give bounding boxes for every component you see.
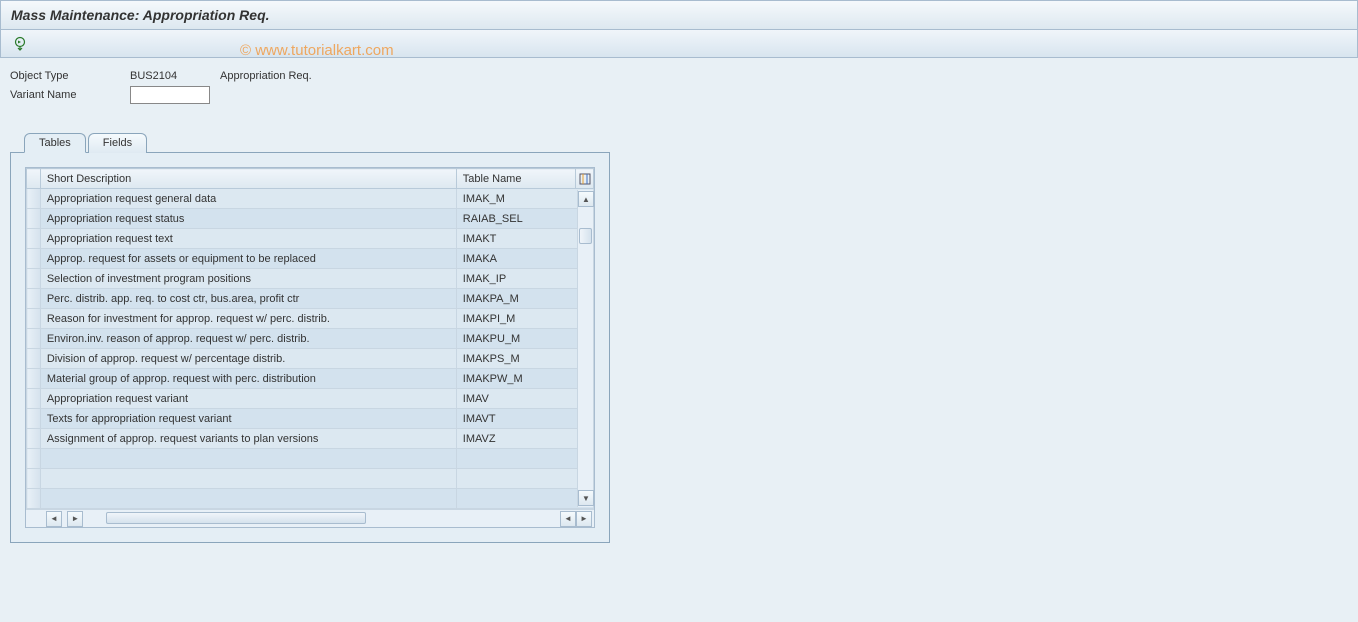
- object-type-label: Object Type: [10, 70, 130, 82]
- row-selector[interactable]: [27, 349, 41, 369]
- row-selector[interactable]: [27, 309, 41, 329]
- cell-short-desc[interactable]: Perc. distrib. app. req. to cost ctr, bu…: [40, 289, 456, 309]
- vertical-scrollbar[interactable]: ▲ ▼: [577, 190, 593, 507]
- cell-table-name[interactable]: IMAK_M: [456, 189, 593, 209]
- row-selector[interactable]: [27, 409, 41, 429]
- execute-icon[interactable]: [11, 35, 29, 53]
- cell-empty: [456, 449, 593, 469]
- object-type-value: BUS2104: [130, 70, 210, 82]
- variant-name-input[interactable]: [130, 86, 210, 104]
- row-selector[interactable]: [27, 429, 41, 449]
- cell-table-name[interactable]: IMAKPU_M: [456, 329, 593, 349]
- row-selector[interactable]: [27, 489, 41, 509]
- row-selector[interactable]: [27, 189, 41, 209]
- table-row-empty: [27, 469, 594, 489]
- variant-name-row: Variant Name: [10, 86, 1348, 104]
- row-selector[interactable]: [27, 469, 41, 489]
- table-row[interactable]: Appropriation request general dataIMAK_M: [27, 189, 594, 209]
- table-row[interactable]: Appropriation request statusRAIAB_SEL: [27, 209, 594, 229]
- table-wrapper: Short Description Table Name: [25, 167, 595, 528]
- cell-table-name[interactable]: IMAKT: [456, 229, 593, 249]
- app-toolbar: [0, 30, 1358, 58]
- row-selector[interactable]: [27, 269, 41, 289]
- scroll-up-icon[interactable]: ▲: [578, 191, 594, 207]
- cell-table-name[interactable]: IMAKPW_M: [456, 369, 593, 389]
- table-row[interactable]: Material group of approp. request with p…: [27, 369, 594, 389]
- object-type-row: Object Type BUS2104 Appropriation Req.: [10, 70, 1348, 82]
- table-row[interactable]: Assignment of approp. request variants t…: [27, 429, 594, 449]
- table-row-empty: [27, 449, 594, 469]
- table-row[interactable]: Reason for investment for approp. reques…: [27, 309, 594, 329]
- tab-panel-tables: Short Description Table Name: [10, 152, 610, 543]
- tab-tables[interactable]: Tables: [24, 133, 86, 153]
- tab-fields[interactable]: Fields: [88, 133, 147, 153]
- row-selector[interactable]: [27, 329, 41, 349]
- table-row[interactable]: Selection of investment program position…: [27, 269, 594, 289]
- cell-table-name[interactable]: IMAVZ: [456, 429, 593, 449]
- cell-table-name[interactable]: IMAKPI_M: [456, 309, 593, 329]
- cell-short-desc[interactable]: Material group of approp. request with p…: [40, 369, 456, 389]
- row-selector-header[interactable]: [27, 169, 41, 189]
- table-row[interactable]: Environ.inv. reason of approp. request w…: [27, 329, 594, 349]
- cell-short-desc[interactable]: Division of approp. request w/ percentag…: [40, 349, 456, 369]
- row-selector[interactable]: [27, 229, 41, 249]
- cell-short-desc[interactable]: Texts for appropriation request variant: [40, 409, 456, 429]
- table-row[interactable]: Appropriation request variantIMAV: [27, 389, 594, 409]
- scroll-down-icon[interactable]: ▼: [578, 490, 594, 506]
- cell-short-desc[interactable]: Appropriation request text: [40, 229, 456, 249]
- cell-table-name[interactable]: IMAKA: [456, 249, 593, 269]
- page-title: Mass Maintenance: Appropriation Req.: [11, 7, 270, 23]
- horizontal-scroll-thumb[interactable]: [106, 512, 366, 524]
- vertical-scroll-thumb[interactable]: [579, 228, 592, 244]
- cell-short-desc[interactable]: Environ.inv. reason of approp. request w…: [40, 329, 456, 349]
- variant-name-label: Variant Name: [10, 89, 130, 101]
- cell-table-name[interactable]: IMAKPS_M: [456, 349, 593, 369]
- cell-table-name[interactable]: IMAK_IP: [456, 269, 593, 289]
- row-selector[interactable]: [27, 449, 41, 469]
- row-selector[interactable]: [27, 369, 41, 389]
- cell-short-desc[interactable]: Appropriation request general data: [40, 189, 456, 209]
- cell-empty: [456, 489, 593, 509]
- cell-empty: [456, 469, 593, 489]
- col-header-table-name[interactable]: Table Name: [456, 169, 575, 189]
- cell-short-desc[interactable]: Reason for investment for approp. reques…: [40, 309, 456, 329]
- table-config-button[interactable]: [576, 169, 594, 189]
- tab-container: Tables Fields Short Description Table Na…: [10, 132, 610, 543]
- row-selector[interactable]: [27, 389, 41, 409]
- row-selector[interactable]: [27, 249, 41, 269]
- cell-table-name[interactable]: RAIAB_SEL: [456, 209, 593, 229]
- tables-grid: Short Description Table Name: [26, 168, 594, 509]
- cell-table-name[interactable]: IMAKPA_M: [456, 289, 593, 309]
- cell-short-desc[interactable]: Assignment of approp. request variants t…: [40, 429, 456, 449]
- table-row[interactable]: Perc. distrib. app. req. to cost ctr, bu…: [27, 289, 594, 309]
- scroll-right-icon[interactable]: ►: [67, 511, 83, 527]
- config-icon: [576, 173, 593, 185]
- scroll-right-end-icon[interactable]: ►: [576, 511, 592, 527]
- content-area: Object Type BUS2104 Appropriation Req. V…: [0, 58, 1358, 555]
- row-selector[interactable]: [27, 209, 41, 229]
- scroll-left-end-icon[interactable]: ◄: [560, 511, 576, 527]
- cell-table-name[interactable]: IMAVT: [456, 409, 593, 429]
- table-row[interactable]: Texts for appropriation request variantI…: [27, 409, 594, 429]
- table-row-empty: [27, 489, 594, 509]
- table-row[interactable]: Appropriation request textIMAKT: [27, 229, 594, 249]
- cell-table-name[interactable]: IMAV: [456, 389, 593, 409]
- col-header-short-desc[interactable]: Short Description: [40, 169, 456, 189]
- object-type-desc: Appropriation Req.: [220, 70, 312, 82]
- tab-strip: Tables Fields: [24, 132, 610, 152]
- cell-short-desc[interactable]: Appropriation request variant: [40, 389, 456, 409]
- cell-short-desc[interactable]: Approp. request for assets or equipment …: [40, 249, 456, 269]
- cell-short-desc[interactable]: Appropriation request status: [40, 209, 456, 229]
- cell-empty: [40, 469, 456, 489]
- cell-empty: [40, 489, 456, 509]
- scroll-left-icon[interactable]: ◄: [46, 511, 62, 527]
- row-selector[interactable]: [27, 289, 41, 309]
- horizontal-scrollbar[interactable]: ◄ ► ◄ ►: [26, 509, 594, 527]
- page-title-bar: Mass Maintenance: Appropriation Req.: [0, 0, 1358, 30]
- table-row[interactable]: Division of approp. request w/ percentag…: [27, 349, 594, 369]
- table-row[interactable]: Approp. request for assets or equipment …: [27, 249, 594, 269]
- cell-empty: [40, 449, 456, 469]
- cell-short-desc[interactable]: Selection of investment program position…: [40, 269, 456, 289]
